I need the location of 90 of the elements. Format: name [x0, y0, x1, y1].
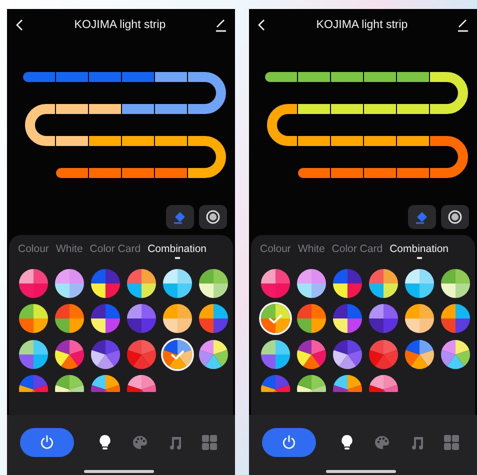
color-combination-swatch[interactable]	[19, 375, 48, 392]
back-icon[interactable]	[15, 18, 25, 32]
tab[interactable]: White	[56, 243, 83, 258]
color-combination-swatch[interactable]	[441, 340, 470, 368]
color-combination-swatch[interactable]	[91, 375, 120, 392]
strip-segment[interactable]	[188, 136, 226, 178]
color-combination-swatch[interactable]	[333, 268, 362, 298]
color-combination-swatch[interactable]	[199, 340, 228, 368]
tab[interactable]: Color Card	[90, 243, 141, 258]
color-combination-swatch[interactable]	[127, 268, 156, 298]
pencil-icon[interactable]	[214, 18, 227, 32]
color-combination-swatch[interactable]	[261, 375, 290, 392]
color-combination-swatch[interactable]	[127, 340, 156, 368]
screen-title: KOJIMA light strip	[316, 19, 408, 31]
color-combination-swatch[interactable]	[91, 268, 120, 298]
power-button[interactable]	[262, 428, 316, 456]
music-note-icon	[410, 434, 424, 450]
color-combination-swatch[interactable]	[199, 304, 228, 333]
palette-icon	[374, 434, 390, 450]
strip-segment[interactable]	[265, 72, 297, 82]
color-combination-swatch[interactable]	[297, 375, 326, 392]
color-combination-swatch[interactable]	[55, 340, 84, 368]
tab[interactable]: Colour	[18, 243, 49, 258]
check-icon	[171, 350, 184, 359]
color-combination-swatch[interactable]	[405, 304, 434, 333]
color-combination-swatch[interactable]	[369, 268, 398, 298]
color-combination-swatch[interactable]	[297, 304, 326, 333]
tab[interactable]: Combination	[390, 243, 449, 258]
back-icon[interactable]	[257, 18, 267, 32]
color-combination-swatch[interactable]	[333, 340, 362, 368]
bulb-icon	[98, 434, 112, 450]
power-icon	[40, 435, 54, 449]
color-combination-swatch[interactable]	[261, 340, 290, 368]
color-combination-swatch[interactable]	[261, 304, 290, 333]
color-combination-swatch[interactable]	[297, 340, 326, 368]
tab[interactable]: Colour	[260, 243, 291, 258]
paint-bucket-button[interactable]	[166, 205, 194, 229]
color-combination-swatch[interactable]	[441, 304, 470, 333]
ring-icon	[448, 210, 462, 224]
strip-segment[interactable]	[56, 168, 88, 178]
color-combination-swatch[interactable]	[441, 268, 470, 298]
color-combination-swatch[interactable]	[369, 375, 398, 392]
color-combination-swatch[interactable]	[127, 304, 156, 333]
color-combination-swatch[interactable]	[55, 304, 84, 333]
screen-title: KOJIMA light strip	[74, 19, 166, 31]
home-indicator	[326, 470, 396, 473]
color-combination-swatch[interactable]	[369, 340, 398, 368]
color-combination-swatch[interactable]	[405, 340, 434, 368]
music-note-icon	[168, 434, 182, 450]
paint-bucket-button[interactable]	[408, 205, 436, 229]
power-icon	[282, 435, 296, 449]
power-button[interactable]	[20, 428, 74, 456]
color-combination-swatch[interactable]	[369, 304, 398, 333]
color-combination-swatch[interactable]	[163, 304, 192, 333]
color-combination-swatch[interactable]	[55, 268, 84, 298]
effect-button[interactable]	[441, 205, 469, 229]
color-combination-swatch[interactable]	[91, 340, 120, 368]
color-combination-swatch[interactable]	[19, 304, 48, 333]
home-indicator	[84, 470, 154, 473]
effect-button[interactable]	[199, 205, 227, 229]
strip-segment[interactable]	[430, 136, 468, 178]
strip-segment[interactable]	[298, 168, 330, 178]
grid-icon	[202, 434, 217, 450]
strip-segment[interactable]	[188, 72, 226, 114]
color-combination-swatch[interactable]	[405, 268, 434, 298]
paint-bucket-icon	[415, 210, 429, 224]
ring-icon	[206, 210, 220, 224]
tab[interactable]: Combination	[148, 243, 207, 258]
color-combination-swatch[interactable]	[163, 268, 192, 298]
color-combination-swatch[interactable]	[163, 340, 192, 368]
tab[interactable]: Color Card	[332, 243, 383, 258]
palette-icon	[132, 434, 148, 450]
color-combination-swatch[interactable]	[297, 268, 326, 298]
color-combination-swatch[interactable]	[19, 340, 48, 368]
pencil-icon[interactable]	[456, 18, 469, 32]
color-combination-swatch[interactable]	[199, 268, 228, 298]
paint-bucket-icon	[173, 210, 187, 224]
strip-segment[interactable]	[267, 104, 297, 146]
color-combination-swatch[interactable]	[333, 304, 362, 333]
grid-icon	[444, 434, 459, 450]
color-combination-swatch[interactable]	[19, 268, 48, 298]
strip-segment[interactable]	[25, 104, 55, 146]
color-combination-swatch[interactable]	[55, 375, 84, 392]
color-combination-swatch[interactable]	[261, 268, 290, 298]
bulb-icon	[340, 434, 354, 450]
color-combination-swatch[interactable]	[127, 375, 156, 392]
check-icon	[269, 314, 282, 324]
color-combination-swatch[interactable]	[91, 304, 120, 333]
color-combination-swatch[interactable]	[333, 375, 362, 392]
tab[interactable]: White	[298, 243, 325, 258]
